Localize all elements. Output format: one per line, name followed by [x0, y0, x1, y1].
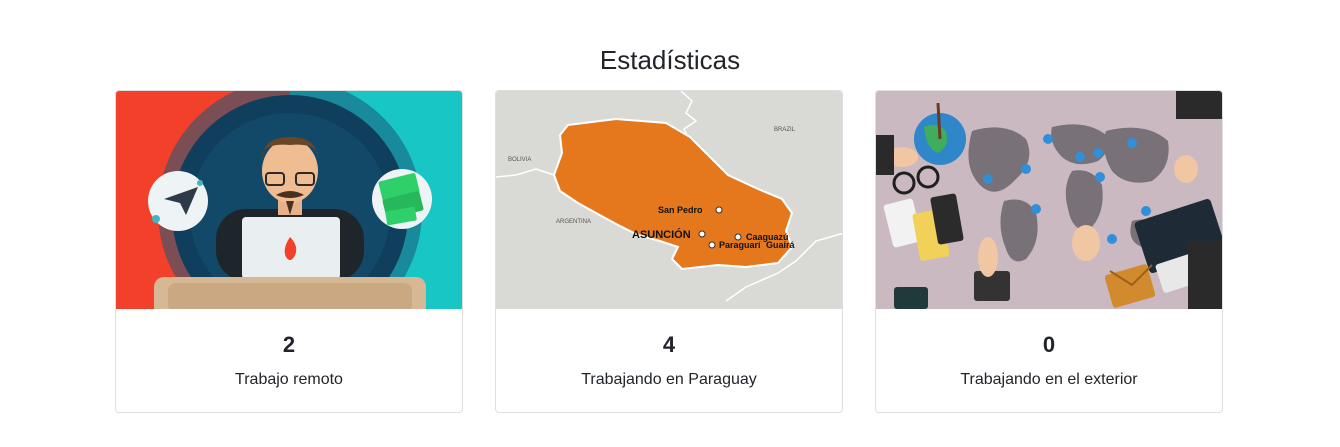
stat-label: Trabajo remoto	[235, 371, 343, 388]
section-title: Estadísticas	[599, 45, 741, 75]
stat-card-exterior: 0 Trabajando en el exterior	[875, 90, 1223, 413]
stat-card-paraguay: BOLIVIA BRAZIL ARGENTINA San Pedro ASUNC…	[495, 90, 843, 413]
map-label-guaira: Guairá	[766, 240, 796, 250]
stat-card-body: 4 Trabajando en Paraguay	[496, 309, 842, 390]
stat-label: Trabajando en el exterior	[960, 371, 1138, 388]
paper-plane-icon	[148, 171, 208, 231]
stat-value: 2	[282, 332, 296, 357]
paraguay-map-image: BOLIVIA BRAZIL ARGENTINA San Pedro ASUNC…	[496, 91, 842, 309]
stat-label: Trabajando en Paraguay	[581, 371, 757, 388]
map-label-argentina: ARGENTINA	[556, 219, 591, 225]
remote-work-illustration	[116, 91, 462, 309]
world-business-illustration	[876, 91, 1222, 309]
money-icon	[372, 169, 432, 229]
stat-value: 0	[1042, 332, 1056, 357]
map-label-bolivia: BOLIVIA	[508, 157, 531, 163]
map-label-san-pedro: San Pedro	[658, 205, 703, 215]
map-label-asuncion: ASUNCIÓN	[632, 228, 691, 241]
stat-card-body: 2 Trabajo remoto	[116, 309, 462, 390]
stat-card-body: 0 Trabajando en el exterior	[876, 309, 1222, 390]
map-label-brazil: BRAZIL	[774, 127, 796, 133]
map-label-paraguari: Paraguarí	[719, 240, 761, 250]
stat-value: 4	[662, 332, 676, 357]
stat-card-remote: 2 Trabajo remoto	[115, 90, 463, 413]
